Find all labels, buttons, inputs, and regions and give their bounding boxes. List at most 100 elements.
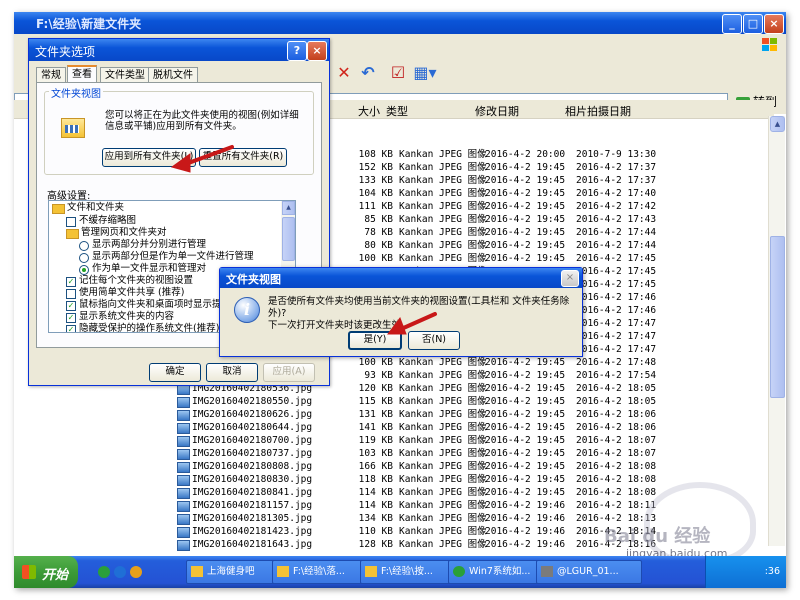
radio-pair-opt1[interactable] [79, 241, 89, 251]
folder-view-confirm-dialog: 文件夹视图 × i 是否使所有文件夹均使用当前文件夹的视图设置(工具栏和 文件夹… [219, 267, 583, 357]
confirm-message-text: 是否使所有文件夹均使用当前文件夹的视图设置(工具栏和 文件夹任务除外)? 下一次… [268, 296, 570, 331]
close-button[interactable]: × [764, 14, 784, 34]
checkbox-no-thumb-cache[interactable] [66, 217, 76, 227]
table-row[interactable]: IMG20160402180626.jpg 131 KB Kankan JPEG 图… [14, 408, 768, 421]
table-row[interactable]: IMG20160402180737.jpg 103 KB Kankan JPEG 图… [14, 447, 768, 460]
start-flag-icon [22, 565, 36, 579]
cell-modified: 2016-4-2 20:00 [485, 149, 566, 160]
cell-modified: 2016-4-2 19:46 [485, 539, 566, 550]
checkbox-hide-protected[interactable]: ✓ [66, 325, 76, 332]
cell-modified: 2016-4-2 19:45 [485, 357, 566, 368]
folder-view-icon [61, 118, 85, 138]
folder-views-group-label: 文件夹视图 [49, 85, 103, 100]
cell-taken: 2016-4-2 18:08 [576, 461, 657, 472]
cell-taken: 2016-4-2 17:43 [576, 214, 657, 225]
cell-taken: 2016-4-2 17:46 [576, 292, 657, 303]
tree-scroll-thumb[interactable] [282, 217, 295, 261]
cell-type: Kankan JPEG 图像 [399, 526, 487, 537]
help-button[interactable]: ? [287, 41, 307, 61]
reset-all-folders-button[interactable]: 重置所有文件夹(R) [199, 148, 287, 167]
maximize-button[interactable]: □ [743, 14, 763, 34]
cell-name: IMG20160402180808.jpg [192, 461, 313, 472]
scroll-up-icon[interactable]: ▲ [770, 116, 785, 132]
cell-taken: 2016-4-2 17:42 [576, 201, 657, 212]
folder-options-close-button[interactable]: × [307, 41, 327, 61]
start-button[interactable]: 开始 [14, 556, 78, 588]
apply-to-all-folders-button[interactable]: 应用到所有文件夹(L) [102, 148, 196, 167]
jpeg-file-icon [177, 527, 190, 538]
explorer-title: F:\经验\新建文件夹 [36, 17, 142, 31]
cell-type: Kankan JPEG 图像 [399, 448, 487, 459]
apply-button: 应用(A) [263, 363, 315, 382]
cell-size: 100 KB [358, 253, 393, 264]
properties-icon[interactable]: ☑ [388, 63, 408, 83]
task-item-5[interactable]: @LGUR_01... [536, 560, 642, 584]
cell-size: 114 KB [358, 500, 393, 511]
cell-name: IMG20160402180830.jpg [192, 474, 313, 485]
cell-modified: 2016-4-2 19:45 [485, 240, 566, 251]
cell-type: Kankan JPEG 图像 [399, 487, 487, 498]
start-label: 开始 [42, 568, 69, 583]
cancel-button[interactable]: 取消 [206, 363, 258, 382]
vertical-scrollbar[interactable]: ▲ [768, 116, 785, 546]
cell-type: Kankan JPEG 图像 [399, 461, 487, 472]
yes-button[interactable]: 是(Y) [348, 331, 402, 350]
cell-size: 115 KB [358, 396, 393, 407]
explorer-titlebar: F:\经验\新建文件夹 _ □ × [14, 12, 786, 34]
cell-taken: 2016-4-2 17:44 [576, 227, 657, 238]
checkbox-remember-view[interactable]: ✓ [66, 277, 76, 287]
tab-general[interactable]: 常规 [36, 67, 66, 83]
cell-taken: 2016-4-2 17:47 [576, 344, 657, 355]
cell-type: Kankan JPEG 图像 [399, 500, 487, 511]
cell-size: 141 KB [358, 422, 393, 433]
quicklaunch-ie-icon[interactable] [114, 566, 126, 578]
checkbox-tooltip[interactable]: ✓ [66, 301, 76, 311]
tree-no-thumb-cache: 不缓存缩略图 [79, 215, 137, 226]
tree-pair-opt2: 显示两部分但是作为单一文件进行管理 [92, 251, 254, 262]
tree-hide-protected: 隐藏受保护的操作系统文件(推荐) [79, 323, 220, 333]
cell-size: 118 KB [358, 474, 393, 485]
table-row[interactable]: IMG20160402180700.jpg 119 KB Kankan JPEG 图… [14, 434, 768, 447]
undo-icon[interactable]: ↶ [358, 63, 378, 83]
delete-icon[interactable]: ✕ [334, 63, 354, 83]
table-row[interactable]: IMG20160402180830.jpg 118 KB Kankan JPEG 图… [14, 473, 768, 486]
cell-size: 85 KB [364, 214, 393, 225]
quicklaunch-media-icon[interactable] [130, 566, 142, 578]
tree-pair-opt1: 显示两部分并分别进行管理 [92, 239, 207, 250]
radio-pair-opt2[interactable] [79, 253, 89, 263]
cell-modified: 2016-4-2 19:46 [485, 500, 566, 511]
cell-taken: 2016-4-2 18:08 [576, 487, 657, 498]
table-row[interactable]: IMG20160402180550.jpg 115 KB Kankan JPEG 图… [14, 395, 768, 408]
cell-taken: 2016-4-2 17:44 [576, 240, 657, 251]
tab-offline-files[interactable]: 脱机文件 [148, 67, 198, 83]
cell-size: 133 KB [358, 175, 393, 186]
table-row[interactable]: IMG20160402180644.jpg 141 KB Kankan JPEG 图… [14, 421, 768, 434]
checkbox-simple-share[interactable] [66, 289, 76, 299]
cell-size: 120 KB [358, 383, 393, 394]
info-icon: i [234, 297, 260, 323]
no-button[interactable]: 否(N) [408, 331, 460, 350]
cell-type: Kankan JPEG 图像 [399, 175, 487, 186]
scroll-thumb[interactable] [770, 236, 785, 398]
cell-taken: 2016-4-2 17:47 [576, 331, 657, 342]
tab-file-types[interactable]: 文件类型 [100, 67, 150, 83]
folder-views-group: 文件夹视图 您可以将正在为此文件夹使用的视图(例如详细信息或平铺)应用到所有文件… [44, 85, 314, 175]
tree-manage-pairs: 管理网页和文件夹对 [81, 227, 167, 238]
checkbox-sys-contents[interactable]: ✓ [66, 313, 76, 323]
radio-pair-opt3[interactable] [79, 265, 89, 275]
minimize-button[interactable]: _ [722, 14, 742, 34]
cell-modified: 2016-4-2 19:45 [485, 409, 566, 420]
cell-type: Kankan JPEG 图像 [399, 370, 487, 381]
task-icon [365, 566, 377, 577]
cell-modified: 2016-4-2 19:45 [485, 422, 566, 433]
tree-scroll-up-icon[interactable]: ▲ [282, 201, 295, 215]
confirm-close-button[interactable]: × [561, 270, 579, 287]
cell-modified: 2016-4-2 19:45 [485, 487, 566, 498]
cell-type: Kankan JPEG 图像 [399, 240, 487, 251]
ok-button[interactable]: 确定 [149, 363, 201, 382]
table-row[interactable]: IMG20160402180808.jpg 166 KB Kankan JPEG 图… [14, 460, 768, 473]
jpeg-file-icon [177, 410, 190, 421]
views-icon[interactable]: ▦▾ [412, 63, 438, 83]
cell-type: Kankan JPEG 图像 [399, 474, 487, 485]
quicklaunch-desktop-icon[interactable] [98, 566, 110, 578]
